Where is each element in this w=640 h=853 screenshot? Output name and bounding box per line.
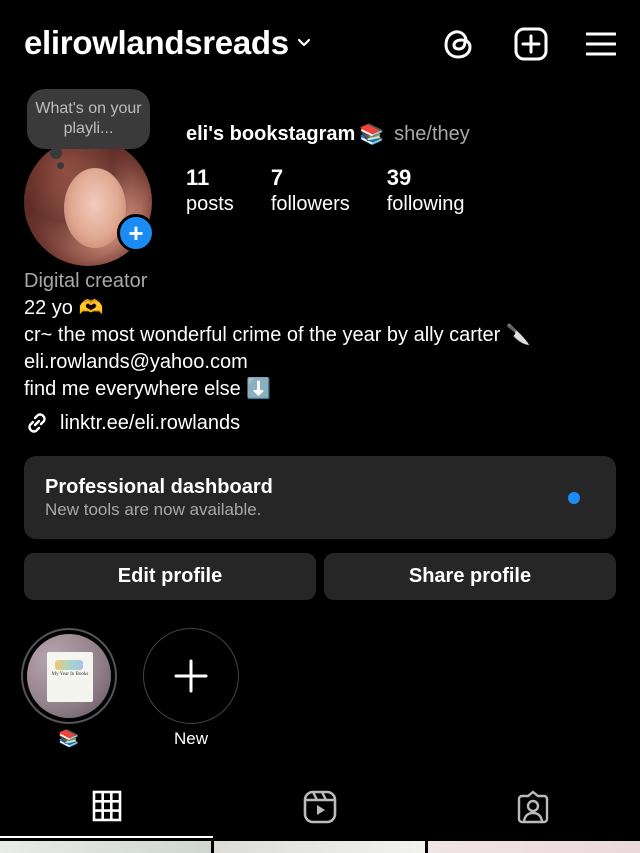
post-thumbnail[interactable] — [428, 841, 640, 853]
tab-reels[interactable] — [213, 790, 426, 824]
new-highlight[interactable]: New — [143, 628, 239, 750]
profile-tabs — [0, 780, 640, 838]
books-emoji: 📚 — [359, 124, 385, 146]
bio-link[interactable]: linktr.ee/eli.rowlands — [24, 410, 240, 436]
chevron-down-icon — [297, 38, 310, 47]
tab-tagged[interactable] — [426, 790, 639, 824]
profile-avatar[interactable]: + — [24, 138, 155, 266]
post-thumbnail[interactable] — [0, 841, 211, 853]
reels-icon — [303, 790, 336, 824]
edit-profile-button[interactable]: Edit profile — [24, 553, 316, 600]
category-label: Digital creator — [24, 270, 148, 292]
link-icon — [28, 413, 46, 433]
post-thumbnail[interactable] — [214, 841, 425, 853]
notification-dot — [568, 492, 580, 504]
create-post-icon[interactable] — [514, 27, 548, 61]
username: elirowlandsreads — [24, 24, 289, 61]
display-name-row: eli's bookstagram 📚 she/they — [186, 122, 470, 147]
threads-icon[interactable] — [442, 26, 476, 62]
highlight-cover-card: My Year In Books — [47, 652, 93, 702]
stat-label: followers — [270, 193, 350, 215]
tagged-icon — [517, 790, 548, 824]
highlight-label: 📚 — [58, 729, 80, 748]
share-profile-button[interactable]: Share profile — [324, 553, 616, 600]
stat-following[interactable]: 39 following — [387, 165, 465, 217]
add-story-icon[interactable]: + — [117, 214, 155, 252]
link-text: linktr.ee/eli.rowlands — [60, 411, 241, 434]
new-highlight-ring — [143, 628, 239, 724]
grid-icon — [92, 790, 121, 822]
top-bar: elirowlandsreads — [0, 0, 640, 92]
stat-label: posts — [186, 193, 234, 215]
professional-dashboard[interactable]: Professional dashboard New tools are now… — [24, 456, 616, 539]
tab-grid[interactable] — [0, 790, 213, 822]
stat-value: 7 — [270, 165, 284, 190]
stat-followers[interactable]: 7 followers — [271, 165, 350, 217]
note-bubble-tail-small — [57, 162, 64, 169]
story-highlight[interactable]: My Year In Books 📚 — [21, 628, 117, 750]
note-bubble[interactable]: What's on your playli... — [27, 89, 150, 149]
menu-icon[interactable] — [586, 31, 616, 57]
dashboard-title: Professional dashboard — [45, 476, 273, 498]
bio: Digital creator 22 yo 🫶 cr~ the most won… — [24, 268, 624, 403]
bio-line: 22 yo 🫶 — [24, 297, 104, 319]
highlight-label: New — [173, 729, 208, 748]
display-name: eli's bookstagram — [186, 123, 356, 145]
plus-icon — [174, 659, 208, 693]
highlight-cover: My Year In Books — [27, 634, 111, 718]
bio-email[interactable]: eli.rowlands@yahoo.com — [24, 349, 624, 376]
account-switcher[interactable]: elirowlandsreads — [24, 24, 311, 62]
pronouns: she/they — [394, 123, 470, 145]
stat-value: 11 — [186, 165, 210, 190]
highlight-ring: My Year In Books — [21, 628, 117, 724]
note-text: What's on your playli... — [35, 100, 142, 137]
bio-line: cr~ the most wonderful crime of the year… — [24, 324, 531, 346]
active-tab-indicator — [0, 836, 213, 838]
highlight-cover-title: My Year In Books — [51, 672, 89, 677]
bio-line: find me everywhere else ⬇️ — [24, 378, 272, 400]
profile-stats: 11 posts 7 followers 39 following — [186, 165, 502, 217]
stat-posts[interactable]: 11 posts — [186, 165, 234, 217]
stat-value: 39 — [386, 165, 412, 190]
stat-label: following — [386, 193, 465, 215]
dashboard-subtitle: New tools are now available. — [45, 500, 262, 519]
